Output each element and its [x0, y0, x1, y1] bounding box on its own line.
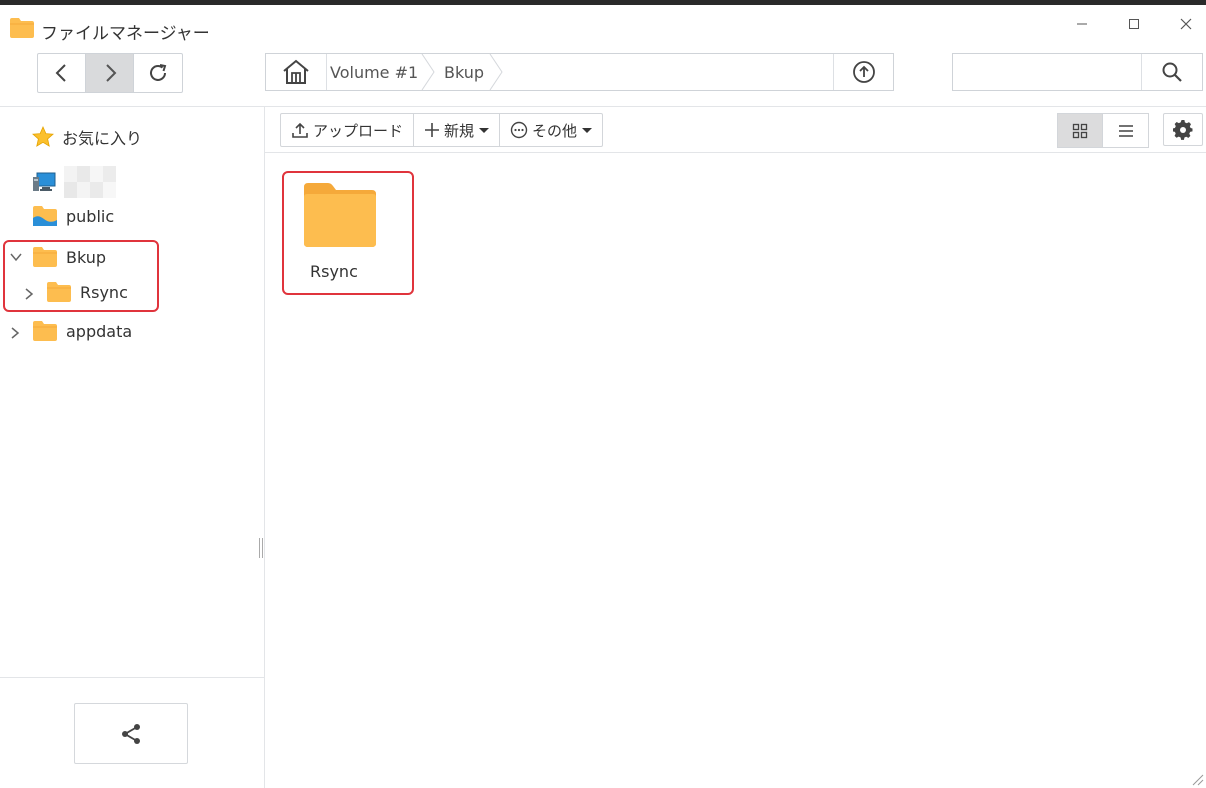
upload-label: アップロード	[313, 121, 404, 140]
chevron-right-icon[interactable]	[8, 326, 22, 340]
resize-grip-icon[interactable]	[1190, 772, 1204, 786]
grid-icon	[1072, 123, 1088, 138]
upload-circle-icon	[852, 61, 875, 83]
folder-icon	[10, 18, 34, 38]
new-label: 新規	[444, 121, 475, 140]
file-list-area: Rsync	[265, 153, 1206, 788]
action-button-group: アップロード 新規 その他	[280, 113, 604, 147]
sidebar: お気に入り public Bkup Rsync appdata	[0, 106, 265, 788]
breadcrumb-item-volume[interactable]: Volume #1	[330, 54, 418, 90]
chevron-right-icon	[105, 64, 116, 82]
list-view-button[interactable]	[1103, 114, 1148, 147]
refresh-icon	[150, 64, 167, 81]
sidebar-item-label: お気に入り	[62, 129, 143, 148]
sidebar-item-label: public	[66, 206, 115, 226]
back-button[interactable]	[38, 54, 86, 92]
plus-icon	[425, 123, 440, 137]
star-icon	[32, 126, 54, 147]
more-label: その他	[532, 121, 578, 140]
maximize-button[interactable]	[1116, 11, 1152, 37]
more-circle-icon	[510, 121, 528, 139]
close-icon	[1180, 18, 1192, 30]
list-icon	[1118, 124, 1133, 137]
sidebar-item-favorites[interactable]: お気に入り	[32, 124, 142, 150]
caret-down-icon	[479, 127, 490, 133]
upload-button[interactable]: アップロード	[281, 114, 415, 146]
settings-button[interactable]	[1163, 113, 1203, 146]
search-box	[952, 53, 1203, 91]
parent-folder-button[interactable]	[833, 54, 893, 90]
caret-down-icon	[582, 127, 593, 133]
share-button[interactable]	[74, 703, 188, 764]
home-button[interactable]	[266, 54, 327, 90]
share-icon	[122, 723, 140, 744]
minimize-icon	[1077, 23, 1087, 25]
nav-button-group	[37, 53, 183, 93]
sidebar-item-public[interactable]: public	[32, 203, 114, 229]
maximize-icon	[1129, 19, 1139, 29]
gear-icon	[1173, 119, 1193, 140]
title-bar: ファイルマネージャー	[0, 5, 1206, 47]
close-button[interactable]	[1168, 11, 1204, 37]
obscured-device-name	[64, 166, 116, 198]
search-input[interactable]	[953, 54, 1141, 90]
shared-folder-icon	[33, 206, 57, 226]
app-title: ファイルマネージャー	[41, 24, 210, 44]
sidebar-divider	[0, 677, 264, 678]
sidebar-item-device[interactable]	[32, 164, 116, 200]
sidebar-resize-handle[interactable]	[259, 538, 263, 558]
toolbar: アップロード 新規 その他	[265, 106, 1206, 153]
file-manager-window: ファイルマネージャー Volume #1 Bkup お気に入り public B…	[0, 5, 1206, 788]
sidebar-item-label: appdata	[66, 321, 133, 341]
sidebar-item-appdata[interactable]: appdata	[32, 318, 132, 344]
breadcrumb: Volume #1 Bkup	[265, 53, 894, 91]
view-toggle-group	[1057, 113, 1149, 148]
forward-button[interactable]	[86, 54, 134, 92]
folder-icon	[304, 183, 376, 247]
breadcrumb-separator-icon	[489, 54, 503, 90]
minimize-button[interactable]	[1064, 11, 1100, 37]
folder-icon	[33, 321, 57, 341]
new-button[interactable]: 新規	[414, 114, 501, 146]
more-button[interactable]: その他	[500, 114, 602, 146]
refresh-button[interactable]	[134, 54, 182, 92]
chevron-left-icon	[55, 64, 66, 82]
upload-icon	[292, 122, 308, 138]
file-name: Rsync	[310, 262, 358, 281]
grid-view-button[interactable]	[1058, 114, 1103, 147]
home-icon	[283, 59, 309, 84]
computer-icon	[33, 172, 56, 191]
highlight-box	[3, 240, 159, 312]
search-icon	[1162, 62, 1182, 82]
breadcrumb-separator-icon	[421, 54, 435, 90]
search-button[interactable]	[1141, 54, 1202, 90]
breadcrumb-item-bkup[interactable]: Bkup	[444, 54, 484, 90]
file-item-rsync[interactable]: Rsync	[282, 171, 414, 295]
